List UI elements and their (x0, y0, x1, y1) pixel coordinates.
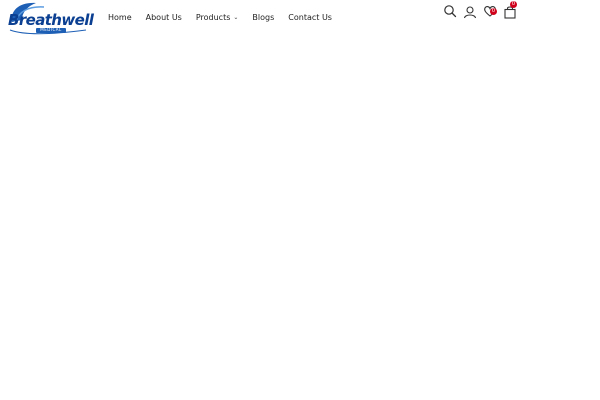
nav-item-label: Contact Us (288, 12, 332, 22)
wishlist-button[interactable]: 0 (483, 3, 497, 17)
user-icon (463, 6, 477, 19)
brand-logo[interactable]: Breathwell MEDICAL (6, 0, 94, 36)
nav-item-products[interactable]: Products ⌄ (196, 13, 239, 22)
brand-subtitle: MEDICAL (40, 27, 62, 32)
brand-subtitle-bar: MEDICAL (36, 27, 66, 33)
nav-item-label: Home (108, 12, 132, 22)
chevron-down-icon: ⌄ (233, 13, 239, 21)
cart-button[interactable]: 0 (503, 1, 517, 19)
nav-item-label: About Us (145, 12, 182, 22)
account-button[interactable] (463, 4, 477, 19)
page-content (0, 40, 600, 400)
search-button[interactable] (443, 3, 457, 18)
nav-item-home[interactable]: Home (108, 13, 132, 22)
nav-item-label: Blogs (252, 12, 275, 22)
nav-item-contact-us[interactable]: Contact Us (288, 13, 332, 22)
main-nav: Home About Us Products ⌄ Blogs Contact U… (108, 11, 346, 23)
nav-item-about-us[interactable]: About Us (146, 13, 182, 22)
nav-item-label: Products (195, 12, 231, 22)
nav-item-blogs[interactable]: Blogs (252, 13, 274, 22)
site-header: Breathwell MEDICAL Home About Us Product… (0, 0, 600, 40)
search-icon (444, 5, 457, 18)
wishlist-count-badge: 0 (490, 8, 497, 15)
cart-count-badge: 0 (510, 1, 517, 8)
